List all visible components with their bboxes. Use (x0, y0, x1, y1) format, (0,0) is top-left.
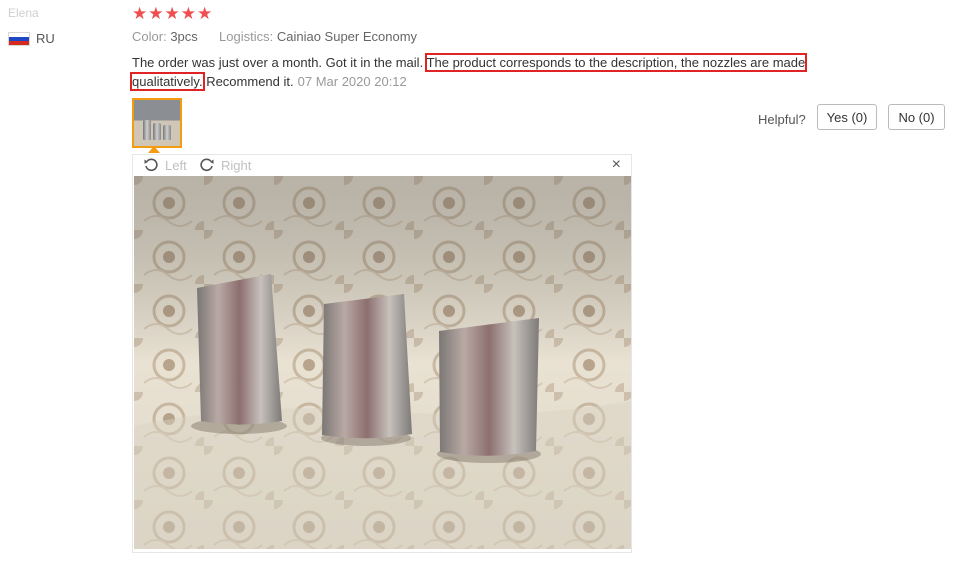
logistics-value: Cainiao Super Economy (276, 29, 418, 44)
country-code: RU (36, 31, 55, 46)
star-icon: ★ (180, 4, 196, 23)
nozzle-shape (153, 123, 161, 140)
order-info: Color: 3pcs Logistics: Cainiao Super Eco… (132, 29, 417, 44)
rotate-left-label: Left (165, 157, 187, 173)
photo-viewer: Left Right × (132, 154, 632, 553)
review-photo (134, 176, 631, 549)
color-value: 3pcs (170, 29, 198, 44)
rotate-right-button[interactable]: Right (199, 157, 251, 173)
viewer-toolbar: Left Right × (133, 155, 631, 176)
review-text-after: Recommend it. (202, 74, 294, 89)
close-icon[interactable]: × (612, 156, 621, 174)
nozzle-shape (143, 120, 151, 140)
nozzle-shape (163, 125, 171, 140)
rotate-right-label: Right (221, 157, 252, 173)
star-icon: ★ (132, 4, 148, 23)
logistics-label: Logistics: (219, 29, 274, 44)
review-photo-thumbnail[interactable] (132, 98, 182, 148)
reviewer-name: Elena (8, 6, 39, 20)
rotate-left-icon (144, 158, 158, 172)
review-text-plain: The order was just over a month. Got it … (132, 55, 427, 70)
star-icon: ★ (164, 4, 180, 23)
reviewer-country: RU (8, 31, 55, 46)
rotate-right-icon (200, 158, 214, 172)
review-photo-image (134, 176, 631, 549)
helpful-label: Helpful? (758, 112, 806, 127)
russia-flag-icon (8, 31, 30, 46)
review-text: The order was just over a month. Got it … (129, 53, 862, 91)
color-label: Color: (132, 29, 167, 44)
star-icon: ★ (197, 4, 213, 23)
review-date: 07 Mar 2020 20:12 (297, 74, 407, 89)
star-icon: ★ (148, 4, 164, 23)
rotate-left-button[interactable]: Left (143, 157, 187, 173)
thumbnail-caret (148, 146, 160, 153)
helpful-no-button[interactable]: No (0) (888, 104, 945, 130)
helpful-yes-button[interactable]: Yes (0) (817, 104, 877, 130)
star-rating: ★ ★ ★ ★ ★ (132, 4, 212, 24)
